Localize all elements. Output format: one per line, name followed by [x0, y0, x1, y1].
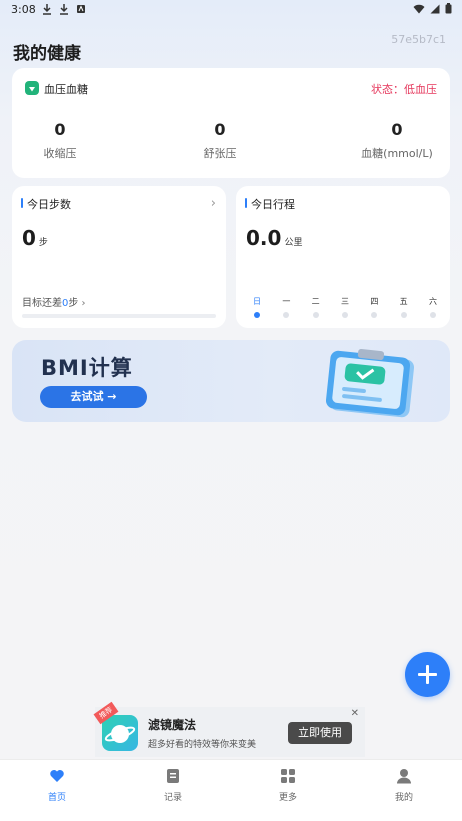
- ad-cta-button[interactable]: 立即使用: [288, 722, 352, 744]
- systolic-label: 收缩压: [43, 147, 77, 160]
- tab-more[interactable]: 更多: [238, 760, 338, 810]
- accent-bar: [21, 198, 23, 208]
- trip-value-row: 0.0 公里: [246, 226, 302, 250]
- chevron-right-icon: ›: [78, 298, 86, 309]
- weekday-dot: [429, 312, 436, 318]
- weekday-label: 二: [311, 297, 320, 306]
- device-code: 57e5b7c1: [391, 33, 446, 46]
- glucose-value: 0: [391, 120, 403, 139]
- weekday-item[interactable]: 三: [338, 296, 352, 318]
- weekday-item[interactable]: 四: [367, 296, 381, 318]
- weekday-dot: [312, 312, 319, 318]
- blood-status-value: 低血压: [404, 83, 437, 96]
- blood-card-title: 血压血糖: [44, 83, 88, 96]
- blood-card-icon: [25, 81, 39, 95]
- weekday-label: 三: [340, 297, 349, 306]
- weekday-label: 六: [428, 297, 437, 306]
- weekday-label: 日: [253, 297, 261, 306]
- weekday-label: 五: [399, 297, 408, 306]
- blood-card[interactable]: 血压血糖 状态： 低血压 0 收缩压 0 舒张压 0 血糖(mmol/L): [12, 68, 450, 178]
- trip-card-title: 今日行程: [251, 198, 295, 211]
- weekday-dot: [283, 312, 290, 318]
- bmi-try-button[interactable]: 去试试 →: [40, 386, 147, 408]
- trip-card[interactable]: 今日行程 0.0 公里 日 一 二 三 四 五 六: [236, 186, 450, 328]
- wifi-icon: [413, 4, 425, 13]
- tab-mine-label: 我的: [394, 793, 413, 803]
- weekday-item[interactable]: 六: [426, 296, 440, 318]
- steps-goal[interactable]: 目标还差0步 ›: [22, 294, 86, 309]
- status-time: 3:08: [11, 3, 36, 16]
- goal-prefix: 目标还差: [22, 298, 62, 309]
- download-icon: [60, 4, 68, 15]
- tab-mine[interactable]: 我的: [354, 760, 454, 810]
- app-notification-icon: [77, 5, 85, 13]
- weekday-dot: [254, 312, 260, 318]
- goal-suffix: 步: [68, 298, 79, 309]
- weekday-dot: [400, 312, 407, 318]
- steps-progress-bar: [22, 314, 216, 318]
- diastolic-value: 0: [214, 120, 226, 139]
- diastolic-label: 舒张压: [203, 147, 237, 160]
- glucose-item: 0 血糖(mmol/L): [347, 120, 447, 161]
- blood-status-label: 状态：: [371, 83, 404, 96]
- bmi-title: BMI计算: [41, 356, 133, 380]
- steps-value-row: 0步: [22, 226, 48, 250]
- glucose-label: 血糖(mmol/L): [361, 147, 433, 160]
- accent-bar: [245, 198, 247, 208]
- diastolic-item: 0 舒张压: [170, 120, 270, 161]
- tab-home-label: 首页: [47, 793, 66, 803]
- system-icons: [413, 3, 452, 14]
- week-day-selector: 日一二三四五六: [250, 296, 440, 318]
- grid-icon: [281, 769, 295, 783]
- systolic-item: 0 收缩压: [10, 120, 110, 161]
- ad-banner[interactable]: 推荐 滤镜魔法 超多好看的特效等你来变美 立即使用 ✕: [93, 701, 365, 757]
- bmi-banner[interactable]: BMI计算 去试试 →: [12, 340, 450, 422]
- ad-subtitle: 超多好看的特效等你来变美: [148, 740, 257, 750]
- clipboard-check-icon: [325, 348, 415, 418]
- weekday-item[interactable]: 二: [309, 296, 323, 318]
- systolic-value: 0: [54, 120, 66, 139]
- steps-card-title: 今日步数: [27, 198, 71, 211]
- status-bar: 3:08: [0, 0, 462, 20]
- tab-record[interactable]: 记录: [123, 760, 223, 810]
- tab-home[interactable]: 首页: [7, 760, 107, 810]
- download-icon: [43, 4, 51, 15]
- ad-app-logo: [102, 715, 138, 751]
- weekday-dot: [371, 312, 378, 318]
- signal-icon: [430, 4, 440, 13]
- tab-more-label: 更多: [278, 793, 297, 803]
- user-icon: [397, 769, 411, 784]
- tab-record-label: 记录: [163, 793, 182, 803]
- page-title: 我的健康: [13, 44, 81, 64]
- battery-icon: [445, 3, 452, 14]
- add-button[interactable]: [405, 652, 450, 697]
- steps-value: 0: [22, 226, 36, 250]
- weekday-label: 一: [282, 297, 291, 306]
- chevron-right-icon[interactable]: ›: [211, 196, 216, 211]
- bottom-tab-bar: 首页 记录 更多 我的: [0, 759, 462, 821]
- trip-value: 0.0: [246, 226, 282, 250]
- steps-unit: 步: [38, 238, 48, 248]
- trip-unit: 公里: [284, 238, 303, 248]
- blood-status: 状态： 低血压: [371, 81, 437, 97]
- ad-title: 滤镜魔法: [148, 718, 197, 732]
- close-icon[interactable]: ✕: [351, 708, 359, 719]
- record-icon: [167, 769, 179, 783]
- weekday-item[interactable]: 五: [397, 296, 411, 318]
- steps-card[interactable]: 今日步数 › 0步 目标还差0步 ›: [12, 186, 226, 328]
- heart-icon: [50, 770, 64, 782]
- weekday-dot: [341, 312, 348, 318]
- weekday-label: 四: [370, 297, 379, 306]
- weekday-item[interactable]: 一: [279, 296, 293, 318]
- weekday-item[interactable]: 日: [250, 296, 264, 318]
